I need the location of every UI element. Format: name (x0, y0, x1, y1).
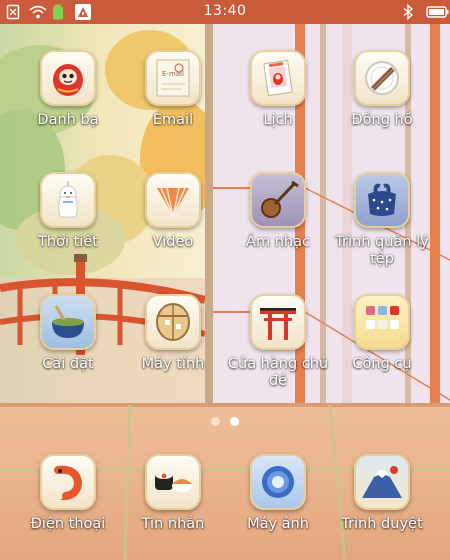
page-indicator (0, 417, 450, 426)
app-tools[interactable]: Công cụ (327, 294, 437, 373)
app-label: Lịch (263, 112, 293, 128)
app-label: Điện thoại (30, 516, 106, 532)
fan-icon (145, 172, 201, 228)
matcha-icon (40, 294, 96, 350)
app-email[interactable]: E-mail Email (118, 50, 228, 129)
page-dot-1[interactable] (211, 417, 220, 426)
app-label: Tin nhắn (141, 516, 205, 532)
app-label: Cài đặt (42, 356, 94, 372)
app-label: Máy tính (141, 356, 205, 372)
shamisen-icon (250, 172, 306, 228)
app-calendar[interactable]: Lịch (223, 50, 333, 129)
app-label: Đồng hồ (351, 112, 413, 128)
app-label: Thời tiết (38, 234, 98, 250)
battery-status-icon (426, 4, 449, 20)
abacus-icon (145, 294, 201, 350)
app-video[interactable]: Video (118, 172, 228, 251)
clock-icon (354, 50, 410, 106)
dock-phone[interactable]: Điện thoại (13, 454, 123, 533)
bluetooth-icon (402, 3, 418, 21)
shrimp-icon (40, 454, 96, 510)
sushi-icon (145, 454, 201, 510)
dock-camera[interactable]: Máy ảnh (223, 454, 333, 533)
envelope-icon: E-mail (145, 50, 201, 106)
app-contacts[interactable]: Danh bạ (13, 50, 123, 129)
app-label: Video (152, 234, 194, 250)
app-weather[interactable]: Thời tiết (13, 172, 123, 251)
app-label: Danh bạ (37, 112, 99, 128)
daruma-icon (40, 50, 96, 106)
app-clock[interactable]: Đồng hồ (327, 50, 437, 129)
app-label: Trình quản lý tệp (335, 234, 429, 267)
dock-browser[interactable]: Trình duyệt (327, 454, 437, 533)
furoshiki-icon (354, 172, 410, 228)
tools-icon (354, 294, 410, 350)
app-label: Công cụ (352, 356, 412, 372)
status-bar: 13:40 (0, 0, 450, 24)
app-settings[interactable]: Cài đặt (13, 294, 123, 373)
app-label: Cửa hàng chủ đề (227, 356, 329, 389)
app-label: Máy ảnh (247, 516, 309, 532)
home-screen: Danh bạ E-mail Email Lịch Đồng hồ Thời t… (0, 24, 450, 560)
app-label: Trình duyệt (341, 516, 423, 532)
torii-icon (250, 294, 306, 350)
app-calculator[interactable]: Máy tính (118, 294, 228, 373)
dock-messages[interactable]: Tin nhắn (118, 454, 228, 533)
app-file-manager[interactable]: Trình quản lý tệp (327, 172, 437, 268)
app-label: Âm nhạc (246, 234, 310, 250)
app-theme-store[interactable]: Cửa hàng chủ đề (223, 294, 333, 390)
calendar-icon (250, 50, 306, 106)
mount-fuji-icon (354, 454, 410, 510)
teru-teru-bozu-icon (40, 172, 96, 228)
status-time: 13:40 (203, 3, 247, 19)
app-music[interactable]: Âm nhạc (223, 172, 333, 251)
app-label: Email (152, 112, 194, 128)
camera-icon (250, 454, 306, 510)
page-dot-2[interactable] (230, 417, 239, 426)
